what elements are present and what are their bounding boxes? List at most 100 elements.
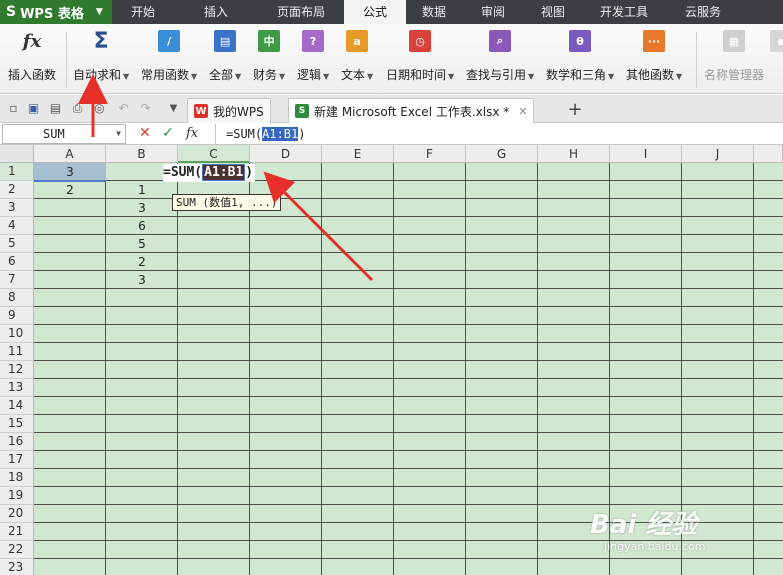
math-functions-button[interactable]: θ 数学和三角 ▼ [546, 30, 614, 83]
chevron-down-icon[interactable]: ▼ [166, 101, 181, 116]
logic-icon: ? [302, 30, 325, 52]
close-icon[interactable]: ✕ [518, 105, 527, 118]
common-functions-label: 常用函数 [141, 68, 190, 82]
print-icon[interactable]: ⎙ [70, 101, 85, 116]
cell-a1[interactable]: 3 [34, 163, 106, 181]
tab-my-wps[interactable]: W 我的WPS [187, 98, 271, 123]
more-ribbon-icon[interactable]: ▪ [770, 30, 783, 52]
tab-workbook[interactable]: S 新建 Microsoft Excel 工作表.xlsx * ✕ [288, 98, 535, 123]
cancel-icon[interactable]: ✕ [139, 125, 151, 141]
row-header-11[interactable]: 11 [0, 343, 34, 361]
column-header-e[interactable]: E [322, 145, 394, 163]
formula-input[interactable]: =SUM(A1:B1) [215, 124, 781, 144]
cell-b7[interactable]: 3 [106, 271, 178, 289]
print-preview-icon[interactable]: ◎ [92, 101, 107, 116]
tab-7[interactable]: 视图 [524, 0, 582, 24]
column-header-j[interactable]: J [682, 145, 754, 163]
new-file-icon[interactable]: ▫ [6, 101, 21, 116]
tab-5[interactable]: 数据 [406, 0, 462, 24]
editing-cell-c1[interactable]: =SUM(A1:B1) [163, 164, 256, 182]
datetime-functions-button[interactable]: ◷ 日期和时间 ▼ [386, 30, 454, 83]
chevron-down-icon: ▼ [235, 72, 242, 81]
lookup-functions-button[interactable]: ⌕ 查找与引用 ▼ [466, 30, 534, 83]
row-header-21[interactable]: 21 [0, 523, 34, 541]
row-header-4[interactable]: 4 [0, 217, 34, 235]
cell-a2[interactable]: 2 [34, 181, 106, 199]
tab-6[interactable]: 审阅 [462, 0, 524, 24]
autosum-label: 自动求和 [73, 68, 122, 82]
row-header-7[interactable]: 7 [0, 271, 34, 289]
cell-b2[interactable]: 1 [106, 181, 178, 199]
column-header-d[interactable]: D [250, 145, 322, 163]
tab-2[interactable]: 插入 [174, 0, 258, 24]
row-header-1[interactable]: 1 [0, 163, 34, 181]
common-functions-icon: / [158, 30, 181, 52]
cell-b6[interactable]: 2 [106, 253, 178, 271]
logic-functions-button[interactable]: ? 逻辑 ▼ [297, 30, 329, 83]
wps-app-menu-button[interactable]: S WPS 表格 ▼ [0, 0, 112, 24]
row-header-15[interactable]: 15 [0, 415, 34, 433]
cell-b4[interactable]: 6 [106, 217, 178, 235]
chevron-down-icon: ▼ [528, 72, 535, 81]
tab-9[interactable]: 云服务 [666, 0, 740, 24]
all-functions-button[interactable]: ▤ 全部 ▼ [209, 30, 241, 83]
common-functions-button[interactable]: / 常用函数 ▼ [141, 30, 197, 83]
save-icon[interactable]: ▣ [26, 101, 41, 116]
column-header-f[interactable]: F [394, 145, 466, 163]
finance-functions-button[interactable]: 中 财务 ▼ [253, 30, 285, 83]
export-pdf-icon[interactable]: ▤ [48, 101, 63, 116]
column-header-overflow[interactable] [754, 145, 783, 163]
column-header-b[interactable]: B [106, 145, 178, 163]
column-header-c[interactable]: C [178, 145, 250, 163]
other-functions-label: 其他函数 [626, 68, 675, 82]
row-header-8[interactable]: 8 [0, 289, 34, 307]
ribbon-formulas: fx 插入函数 Σ 自动求和 ▼ / 常用函数 ▼ ▤ 全部 ▼ 中 财务 ▼ ? 逻辑… [0, 24, 783, 94]
finance-label: 财务 [253, 68, 278, 82]
select-all-corner[interactable] [0, 145, 34, 163]
row-header-16[interactable]: 16 [0, 433, 34, 451]
row-header-13[interactable]: 13 [0, 379, 34, 397]
row-header-3[interactable]: 3 [0, 199, 34, 217]
row-header-17[interactable]: 17 [0, 451, 34, 469]
tab-4[interactable]: 公式 [344, 0, 406, 24]
undo-icon[interactable]: ↶ [116, 101, 131, 116]
row-header-2[interactable]: 2 [0, 181, 34, 199]
row-header-10[interactable]: 10 [0, 325, 34, 343]
column-header-i[interactable]: I [610, 145, 682, 163]
confirm-check-icon[interactable]: ✓ [162, 125, 174, 141]
row-header-20[interactable]: 20 [0, 505, 34, 523]
row-header-12[interactable]: 12 [0, 361, 34, 379]
redo-icon[interactable]: ↷ [138, 101, 153, 116]
row-header-6[interactable]: 6 [0, 253, 34, 271]
ribbon-divider [66, 32, 67, 88]
tab-1[interactable]: 开始 [112, 0, 174, 24]
ribbon-divider [696, 32, 697, 88]
other-functions-button[interactable]: ··· 其他函数 ▼ [626, 30, 682, 83]
row-header-9[interactable]: 9 [0, 307, 34, 325]
row-header-19[interactable]: 19 [0, 487, 34, 505]
row-header-22[interactable]: 22 [0, 541, 34, 559]
column-header-a[interactable]: A [34, 145, 106, 163]
chevron-down-icon[interactable]: ▼ [116, 125, 121, 143]
row-header-23[interactable]: 23 [0, 559, 34, 575]
new-tab-plus-icon[interactable]: + [566, 99, 584, 120]
row-header-14[interactable]: 14 [0, 397, 34, 415]
row-gridline [34, 558, 783, 559]
edit-range-ref: A1:B1 [202, 164, 246, 181]
name-box[interactable]: SUM ▼ [2, 124, 126, 144]
fx-icon[interactable]: fx [186, 126, 198, 141]
insert-function-button[interactable]: fx 插入函数 [8, 30, 56, 83]
tab-3[interactable]: 页面布局 [258, 0, 344, 24]
cell-b5[interactable]: 5 [106, 235, 178, 253]
row-header-18[interactable]: 18 [0, 469, 34, 487]
column-header-h[interactable]: H [538, 145, 610, 163]
cell-b3[interactable]: 3 [106, 199, 178, 217]
row-header-5[interactable]: 5 [0, 235, 34, 253]
autosum-button[interactable]: Σ 自动求和 ▼ [73, 29, 129, 83]
text-functions-button[interactable]: a 文本 ▼ [341, 30, 373, 83]
name-manager-button[interactable]: ▦ 名称管理器 [704, 30, 764, 83]
column-gridline [249, 163, 250, 575]
tab-8[interactable]: 开发工具 [582, 0, 666, 24]
column-header-g[interactable]: G [466, 145, 538, 163]
row-gridline [34, 306, 783, 307]
